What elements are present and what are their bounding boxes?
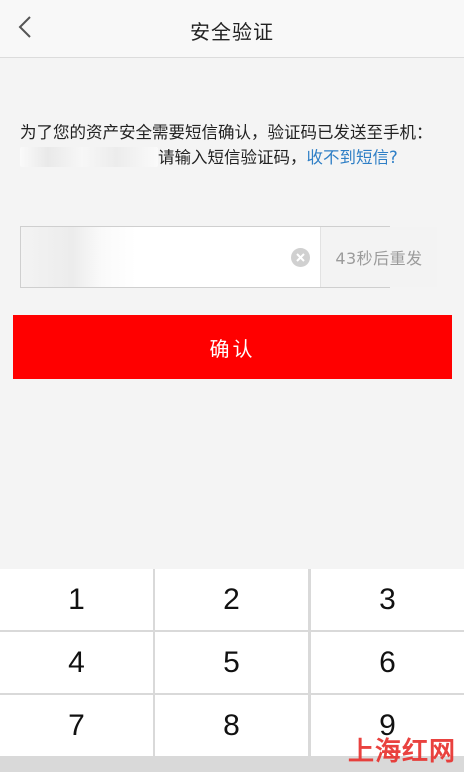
notice-text: 为了您的资产安全需要短信确认，验证码已发送至手机： <box>20 123 433 142</box>
key-7[interactable]: 7 <box>0 695 153 756</box>
key-5[interactable]: 5 <box>155 632 308 693</box>
page-title: 安全验证 <box>190 20 274 44</box>
notice-instruction: 请输入短信验证码， <box>158 148 307 167</box>
site-watermark: 上海红网 <box>347 737 456 767</box>
sms-notice: 为了您的资产安全需要短信确认，验证码已发送至手机： 请输入短信验证码，收不到短信? <box>20 120 452 170</box>
key-3[interactable]: 3 <box>311 569 464 630</box>
key-2[interactable]: 2 <box>155 569 308 630</box>
masked-phone-number <box>20 147 158 167</box>
top-nav-bar: 安全验证 <box>0 0 464 58</box>
key-8[interactable]: 8 <box>155 695 308 756</box>
resend-countdown: 43秒后重发 <box>320 227 437 287</box>
clear-input-button[interactable] <box>291 248 310 267</box>
clear-circle-icon <box>291 248 310 267</box>
key-6[interactable]: 6 <box>311 632 464 693</box>
verification-code-box: 43秒后重发 <box>20 226 437 288</box>
key-4[interactable]: 4 <box>0 632 153 693</box>
key-1[interactable]: 1 <box>0 569 153 630</box>
confirm-button[interactable]: 确认 <box>13 315 452 379</box>
verification-code-input[interactable] <box>21 227 309 287</box>
no-sms-link[interactable]: 收不到短信? <box>307 148 398 167</box>
